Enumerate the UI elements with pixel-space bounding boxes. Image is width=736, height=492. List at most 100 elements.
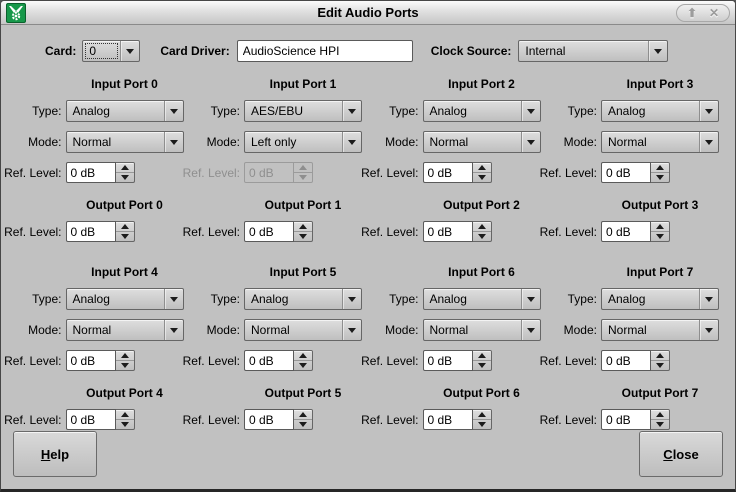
type-select[interactable]: Analog: [423, 288, 541, 310]
chevron-down-icon[interactable]: [342, 132, 361, 152]
spin-buttons: [116, 409, 135, 430]
chevron-down-icon[interactable]: [164, 132, 183, 152]
type-label: Type:: [389, 104, 418, 118]
spin-buttons: [116, 221, 135, 242]
chevron-down-icon[interactable]: [699, 132, 718, 152]
ref-level-input[interactable]: [601, 162, 651, 183]
ref-level-input[interactable]: [244, 350, 294, 371]
ref-level-label: Ref. Level:: [361, 225, 418, 239]
chevron-down-icon[interactable]: [164, 289, 183, 309]
spin-up-icon[interactable]: [116, 222, 134, 232]
type-select[interactable]: Analog: [244, 288, 362, 310]
spin-up-icon[interactable]: [294, 410, 312, 420]
close-button[interactable]: Close: [639, 431, 723, 477]
ref-level-input[interactable]: [244, 409, 294, 430]
spin-up-icon[interactable]: [473, 163, 491, 173]
spin-down-icon[interactable]: [651, 232, 669, 241]
card-select[interactable]: 0: [82, 40, 140, 62]
spin-down-icon[interactable]: [116, 173, 134, 182]
mode-select[interactable]: Normal: [66, 319, 184, 341]
spin-down-icon[interactable]: [473, 420, 491, 429]
ref-level-label: Ref. Level:: [540, 413, 597, 427]
spin-up-icon[interactable]: [116, 410, 134, 420]
ref-level-input[interactable]: [601, 350, 651, 371]
ref-level-input[interactable]: [66, 409, 116, 430]
help-button[interactable]: Help: [13, 431, 97, 477]
input-port-2-panel: Input Port 2 Type: Analog Mode: Normal R…: [368, 77, 547, 183]
chevron-down-icon[interactable]: [699, 320, 718, 340]
ref-level-input[interactable]: [244, 221, 294, 242]
spin-up-icon[interactable]: [116, 163, 134, 173]
titlebar[interactable]: Edit Audio Ports ⬆ ✕: [1, 1, 735, 25]
ref-level-input[interactable]: [423, 162, 473, 183]
chevron-down-icon[interactable]: [521, 289, 540, 309]
mode-select[interactable]: Normal: [423, 319, 541, 341]
chevron-down-icon[interactable]: [648, 41, 667, 61]
shade-window-icon[interactable]: ⬆: [683, 5, 701, 21]
mode-select[interactable]: Normal: [66, 131, 184, 153]
spin-down-icon[interactable]: [294, 361, 312, 370]
type-select[interactable]: Analog: [601, 288, 719, 310]
spin-up-icon[interactable]: [294, 351, 312, 361]
spin-down-icon[interactable]: [473, 361, 491, 370]
chevron-down-icon[interactable]: [164, 320, 183, 340]
spin-buttons: [651, 409, 670, 430]
spin-down-icon[interactable]: [651, 173, 669, 182]
ref-level-input[interactable]: [423, 409, 473, 430]
spin-up-icon[interactable]: [651, 351, 669, 361]
spin-up-icon: [294, 163, 312, 173]
ref-level-input[interactable]: [601, 409, 651, 430]
type-select[interactable]: AES/EBU: [244, 100, 362, 122]
chevron-down-icon[interactable]: [342, 289, 361, 309]
app-icon[interactable]: [6, 3, 26, 23]
spin-up-icon[interactable]: [473, 410, 491, 420]
spin-up-icon[interactable]: [294, 222, 312, 232]
spin-up-icon[interactable]: [473, 351, 491, 361]
spin-down-icon[interactable]: [651, 361, 669, 370]
ref-level-input[interactable]: [66, 350, 116, 371]
chevron-down-icon[interactable]: [699, 289, 718, 309]
type-select[interactable]: Analog: [423, 100, 541, 122]
mode-select[interactable]: Normal: [601, 131, 719, 153]
type-select[interactable]: Analog: [66, 100, 184, 122]
spin-down-icon: [294, 173, 312, 182]
mode-select[interactable]: Normal: [601, 319, 719, 341]
type-select[interactable]: Analog: [601, 100, 719, 122]
chevron-down-icon[interactable]: [120, 41, 139, 61]
chevron-down-icon[interactable]: [164, 101, 183, 121]
spin-up-icon[interactable]: [651, 410, 669, 420]
chevron-down-icon[interactable]: [521, 101, 540, 121]
ref-level-input[interactable]: [423, 350, 473, 371]
spin-down-icon[interactable]: [116, 232, 134, 241]
chevron-down-icon[interactable]: [521, 320, 540, 340]
spin-down-icon[interactable]: [294, 420, 312, 429]
dialog-content: Card: 0 Card Driver: Clock Source: Inter…: [1, 25, 735, 489]
chevron-down-icon[interactable]: [342, 320, 361, 340]
close-window-icon[interactable]: ✕: [705, 5, 723, 21]
spin-down-icon[interactable]: [651, 420, 669, 429]
chevron-down-icon[interactable]: [342, 101, 361, 121]
port-title: Output Port 3: [622, 198, 699, 212]
spin-up-icon[interactable]: [651, 222, 669, 232]
spin-down-icon[interactable]: [116, 420, 134, 429]
spin-up-icon[interactable]: [473, 222, 491, 232]
chevron-down-icon[interactable]: [521, 132, 540, 152]
spin-up-icon[interactable]: [116, 351, 134, 361]
mode-select[interactable]: Normal: [423, 131, 541, 153]
spin-down-icon[interactable]: [116, 361, 134, 370]
port-title: Output Port 1: [265, 198, 342, 212]
ref-level-input[interactable]: [601, 221, 651, 242]
spin-down-icon[interactable]: [473, 173, 491, 182]
ref-level-input[interactable]: [66, 221, 116, 242]
type-select[interactable]: Analog: [66, 288, 184, 310]
ref-level-input[interactable]: [66, 162, 116, 183]
chevron-down-icon[interactable]: [699, 101, 718, 121]
spin-up-icon[interactable]: [651, 163, 669, 173]
ref-level-input[interactable]: [423, 221, 473, 242]
card-driver-input[interactable]: [237, 40, 413, 62]
mode-select[interactable]: Left only: [244, 131, 362, 153]
clock-source-select[interactable]: Internal: [518, 40, 668, 62]
spin-down-icon[interactable]: [294, 232, 312, 241]
spin-down-icon[interactable]: [473, 232, 491, 241]
mode-select[interactable]: Normal: [244, 319, 362, 341]
